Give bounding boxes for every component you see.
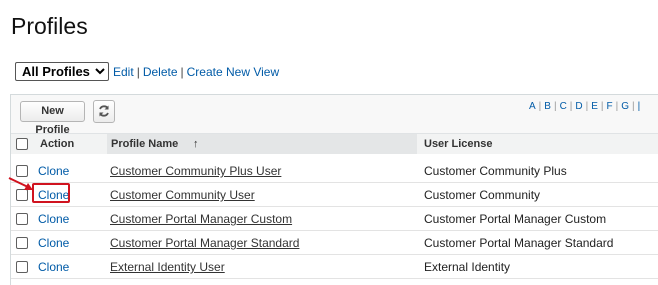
sort-ascending-icon: ↑ xyxy=(193,138,199,150)
user-license: Customer Community xyxy=(424,188,541,202)
table-row: Clone Customer Portal Manager Custom Cus… xyxy=(11,207,658,231)
select-all-checkbox[interactable] xyxy=(16,138,28,150)
page-title: Profiles xyxy=(11,13,88,39)
link-separator: | xyxy=(180,64,184,79)
profile-name-link[interactable]: Customer Community User xyxy=(110,188,255,202)
profiles-list-panel: New Profile A | B | C | D | E | F | G | | Action Profi… xyxy=(10,94,658,285)
profile-name-link[interactable]: Customer Portal Manager Standard xyxy=(110,236,299,250)
link-separator: | xyxy=(136,64,140,79)
clone-link[interactable]: Clone xyxy=(38,164,69,178)
alpha-more[interactable]: | xyxy=(638,101,641,112)
user-license: External Identity xyxy=(424,260,511,274)
user-license: Customer Community Plus xyxy=(424,164,567,178)
table-row: Clone External Identity User External Id… xyxy=(11,255,658,279)
list-toolbar: New Profile A | B | C | D | E | F | G | | xyxy=(11,95,658,136)
alpha-c[interactable]: C xyxy=(560,101,567,112)
profile-name-link[interactable]: Customer Portal Manager Custom xyxy=(110,212,292,226)
alpha-f[interactable]: F xyxy=(607,101,613,112)
annotation-arrow-icon xyxy=(8,177,33,190)
delete-view-link[interactable]: Delete xyxy=(143,65,178,79)
profile-name-link[interactable]: External Identity User xyxy=(110,260,225,274)
clone-link[interactable]: Clone xyxy=(38,212,69,226)
alpha-a[interactable]: A xyxy=(529,101,536,112)
create-new-view-link[interactable]: Create New View xyxy=(187,65,279,79)
clone-link[interactable]: Clone xyxy=(38,236,69,250)
edit-view-link[interactable]: Edit xyxy=(113,65,134,79)
refresh-button[interactable] xyxy=(93,100,115,123)
clone-link[interactable]: Clone xyxy=(38,260,69,274)
header-profile-name[interactable]: Profile Name xyxy=(111,138,178,150)
table-row: Clone Customer Community User Customer C… xyxy=(11,183,658,207)
table-row: Clone Customer Community Plus User Custo… xyxy=(11,159,658,183)
header-action: Action xyxy=(40,138,75,150)
refresh-icon xyxy=(99,105,109,117)
alpha-e[interactable]: E xyxy=(591,101,598,112)
new-profile-button[interactable]: New Profile xyxy=(20,101,85,136)
alpha-d[interactable]: D xyxy=(575,101,582,112)
row-checkbox[interactable] xyxy=(16,237,28,249)
row-checkbox[interactable] xyxy=(16,261,28,273)
table-header-row: Action Profile Name ↑ User License xyxy=(11,134,658,154)
alpha-b[interactable]: B xyxy=(544,101,551,112)
header-user-license[interactable]: User License xyxy=(424,138,492,150)
row-checkbox[interactable] xyxy=(16,213,28,225)
profile-name-link[interactable]: Customer Community Plus User xyxy=(110,164,281,178)
alpha-g[interactable]: G xyxy=(621,101,629,112)
alphabet-filter: A | B | C | D | E | F | G | | xyxy=(529,101,641,112)
user-license: Customer Portal Manager Custom xyxy=(424,212,607,226)
view-select[interactable]: All Profiles xyxy=(15,62,109,81)
user-license: Customer Portal Manager Standard xyxy=(424,236,614,250)
table-row: Clone Customer Portal Manager Standard C… xyxy=(11,231,658,255)
view-links: Edit | Delete | Create New View xyxy=(113,65,279,79)
view-bar: All Profiles Edit | Delete | Create New View xyxy=(15,62,279,81)
